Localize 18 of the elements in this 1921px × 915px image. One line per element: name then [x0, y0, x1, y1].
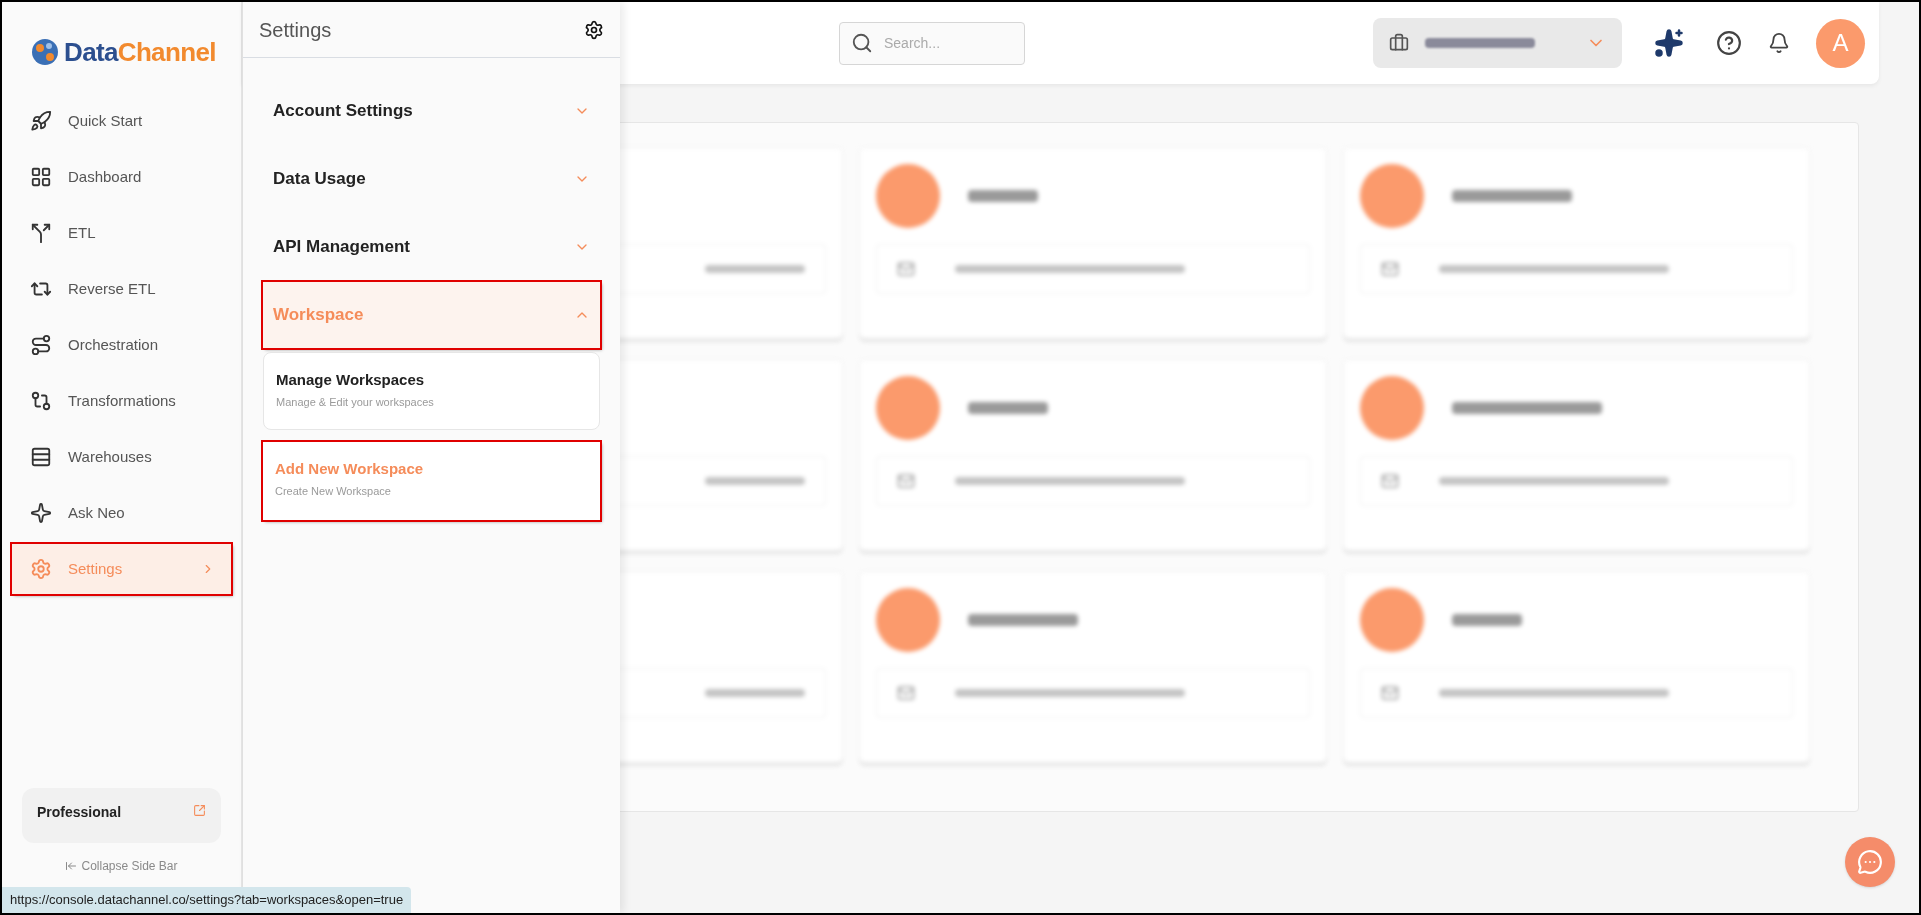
nav-item[interactable]: Reverse ETL	[12, 264, 231, 314]
nav-item[interactable]: Warehouses	[12, 432, 231, 482]
plan-card[interactable]: Professional	[22, 788, 221, 843]
submenu-item[interactable]: Manage Workspaces Manage & Edit your workspaces	[263, 352, 600, 430]
plan-name: Professional	[37, 803, 122, 822]
nav-item[interactable]: ETL	[12, 208, 231, 258]
settings-section[interactable]: Data Usage	[263, 146, 600, 212]
nav-item[interactable]: Ask Neo	[12, 488, 231, 538]
settings-section[interactable]: API Management	[263, 214, 600, 280]
nav-item[interactable]: Dashboard	[12, 152, 231, 202]
settings-section[interactable]: Account Settings	[263, 78, 600, 144]
nav-item[interactable]: Orchestration	[12, 320, 231, 370]
search-field[interactable]: Search...	[839, 21, 1025, 65]
status-url: https://console.datachannel.co/settings?tab=workspaces&open=true	[2, 887, 412, 913]
brand-name: DataChannel	[64, 35, 216, 69]
panel-title: Settings	[259, 17, 332, 43]
nav-item[interactable]: Transformations	[12, 376, 231, 426]
nav-item[interactable]: Quick Start	[12, 96, 231, 146]
